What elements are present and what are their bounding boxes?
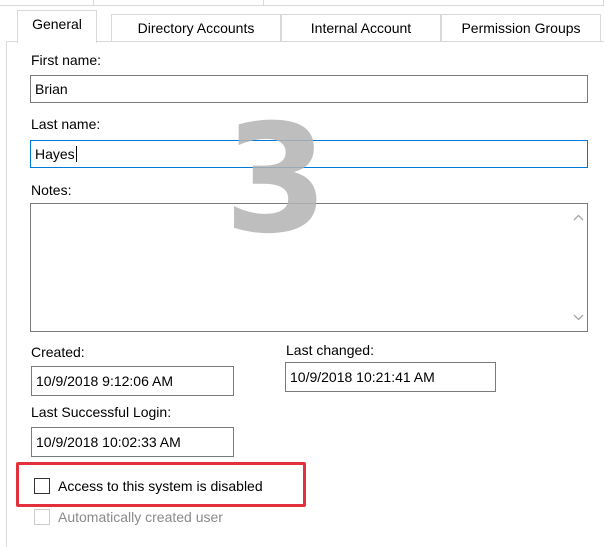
text-caret bbox=[75, 146, 77, 162]
user-properties-dialog: General Directory Accounts Internal Acco… bbox=[0, 0, 604, 547]
auto-created-label: Automatically created user bbox=[58, 509, 223, 525]
tab-general[interactable]: General bbox=[17, 10, 97, 43]
last-changed-label: Last changed: bbox=[286, 342, 374, 358]
auto-created-checkbox bbox=[34, 509, 50, 525]
first-name-label: First name: bbox=[31, 52, 102, 68]
tab-directory-accounts[interactable]: Directory Accounts bbox=[111, 14, 281, 42]
auto-created-row: Automatically created user bbox=[34, 507, 264, 527]
notes-textarea[interactable] bbox=[30, 203, 588, 332]
last-name-value: Hayes bbox=[35, 146, 75, 162]
notes-scrollbar[interactable] bbox=[570, 204, 587, 331]
last-login-label: Last Successful Login: bbox=[31, 404, 172, 420]
access-disabled-row[interactable]: Access to this system is disabled bbox=[34, 476, 294, 496]
notes-label: Notes: bbox=[31, 182, 72, 198]
created-label: Created: bbox=[31, 344, 85, 360]
chevron-up-icon[interactable] bbox=[570, 210, 587, 227]
last-name-label: Last name: bbox=[31, 116, 101, 132]
tab-bar: General Directory Accounts Internal Acco… bbox=[0, 6, 604, 43]
last-name-input[interactable]: Hayes bbox=[30, 140, 588, 168]
chevron-down-icon[interactable] bbox=[570, 310, 587, 327]
last-changed-field[interactable]: 10/9/2018 10:21:41 AM bbox=[285, 362, 496, 392]
access-disabled-checkbox[interactable] bbox=[34, 478, 50, 494]
tab-permission-groups[interactable]: Permission Groups bbox=[441, 14, 601, 42]
tab-internal-account[interactable]: Internal Account bbox=[281, 14, 441, 42]
created-field[interactable]: 10/9/2018 9:12:06 AM bbox=[31, 366, 234, 396]
first-name-input[interactable]: Brian bbox=[30, 75, 588, 103]
last-login-field[interactable]: 10/9/2018 10:02:33 AM bbox=[31, 427, 234, 457]
access-disabled-label: Access to this system is disabled bbox=[58, 478, 263, 494]
